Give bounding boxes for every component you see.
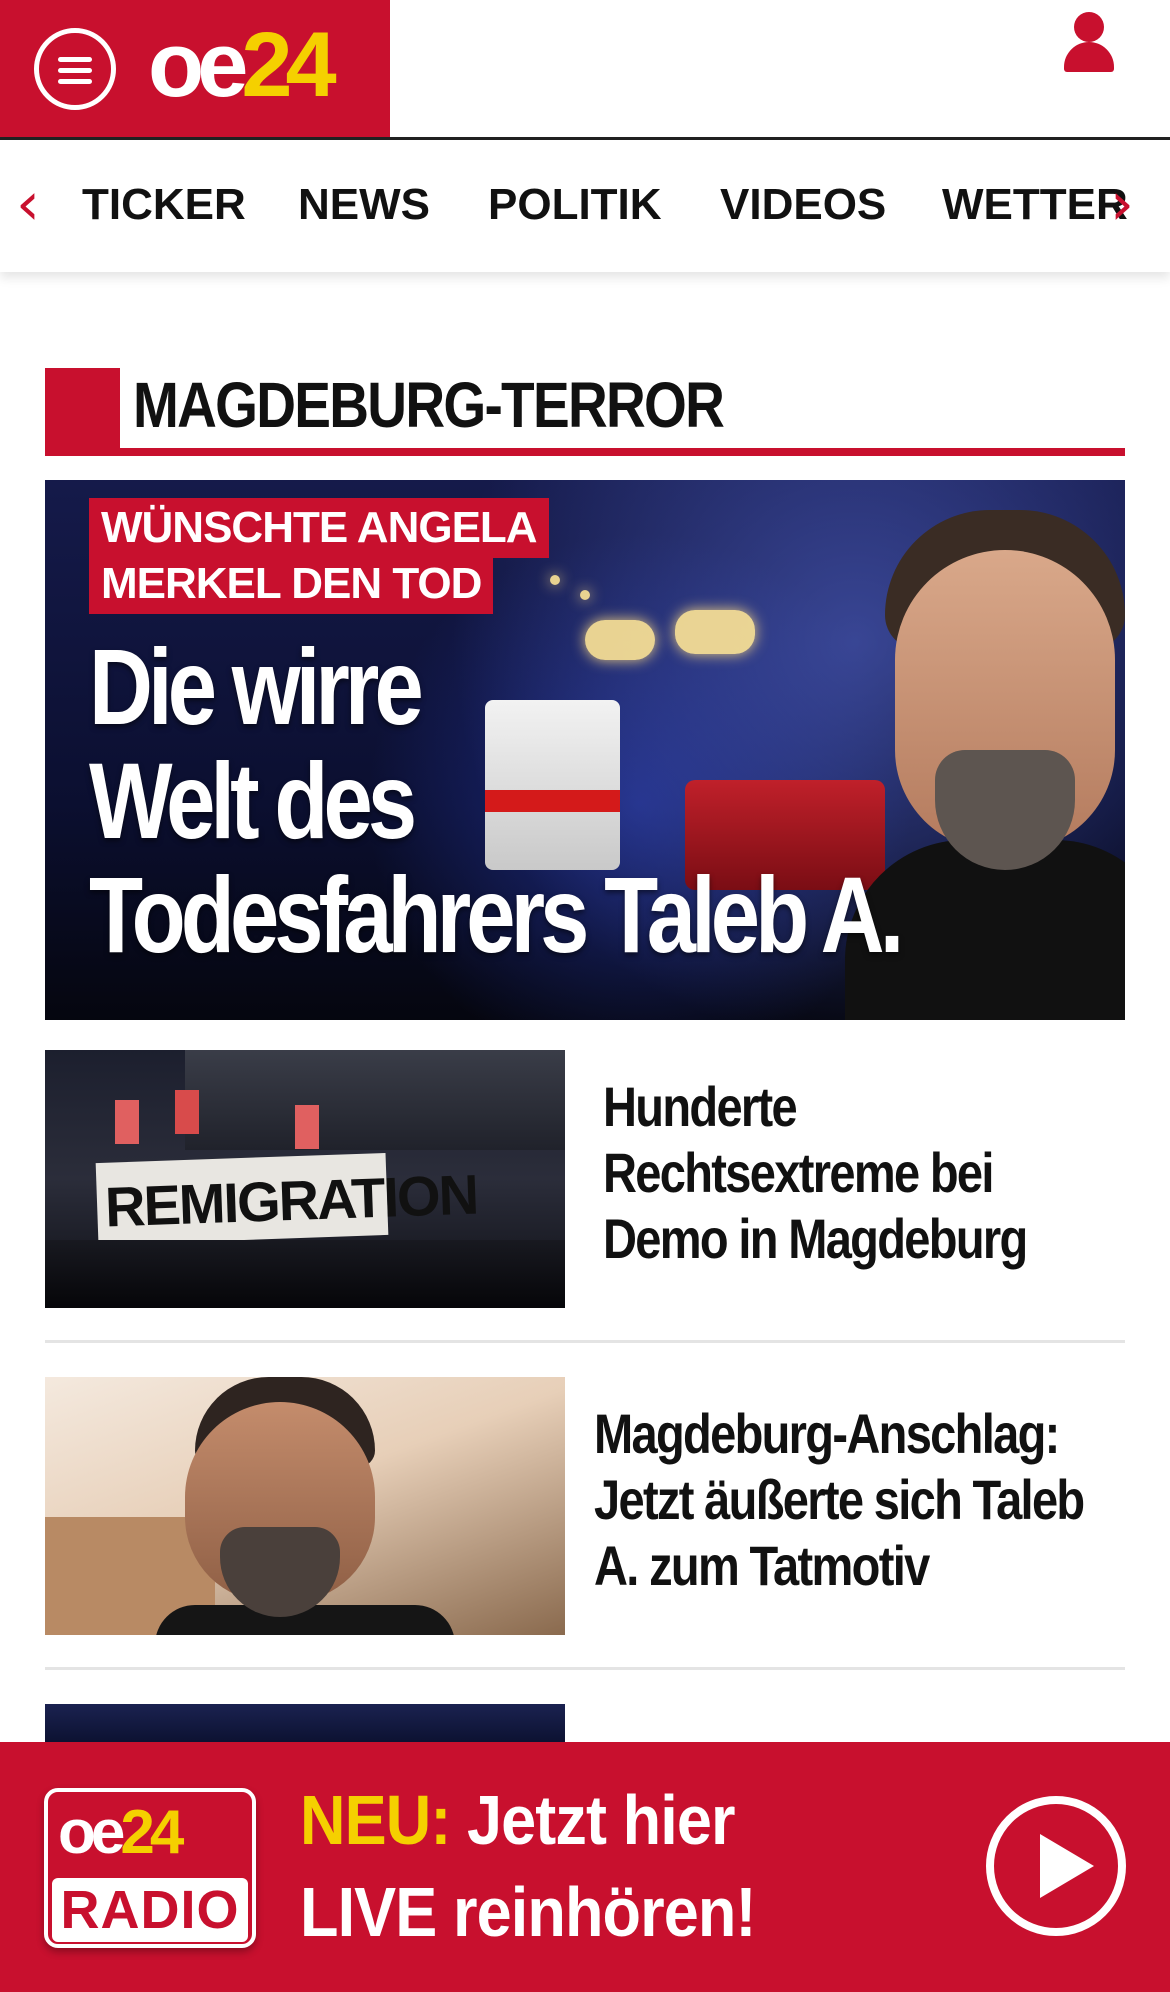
- user-icon[interactable]: [1060, 12, 1118, 74]
- chevron-left-icon[interactable]: ‹: [16, 174, 46, 234]
- play-icon[interactable]: [986, 1796, 1126, 1936]
- radio-neu-label: NEU:: [300, 1781, 451, 1859]
- site-header: oe24: [0, 0, 1170, 140]
- nav-item-videos[interactable]: VIDEOS: [720, 180, 886, 230]
- nav-item-wetter[interactable]: WETTER: [942, 180, 1128, 230]
- hero-headline-line3: Todesfahrers Taleb A.: [89, 854, 904, 975]
- site-logo[interactable]: oe24: [148, 19, 337, 111]
- nav-item-politik[interactable]: POLITIK: [488, 180, 662, 230]
- hero-headline-line2: Welt des: [89, 740, 417, 861]
- radio-logo[interactable]: oe24 RADIO: [44, 1788, 256, 1948]
- article-item-1[interactable]: REMIGRATION Hunderte Rechtsextreme bei D…: [45, 1050, 1125, 1308]
- article-title-2-line3: A. zum Tatmotiv: [594, 1534, 930, 1597]
- category-nav: ‹ TICKER NEWS POLITIK VIDEOS WETTER ›: [0, 140, 1170, 272]
- article-title-1-line3: Demo in Magdeburg: [603, 1207, 1028, 1270]
- hero-headline-line1: Die wirre: [89, 626, 424, 747]
- nav-item-ticker[interactable]: TICKER: [82, 180, 246, 230]
- article-title-1[interactable]: Hunderte Rechtsextreme bei Demo in Magde…: [603, 1074, 1028, 1272]
- article-title-2[interactable]: Magdeburg-Anschlag: Jetzt äußerte sich T…: [594, 1401, 1085, 1599]
- section-underline: [45, 448, 1125, 456]
- section-title[interactable]: MAGDEBURG-TERROR: [133, 368, 725, 442]
- radio-promo-text[interactable]: NEU: Jetzt hier LIVE reinhören!: [300, 1774, 756, 1958]
- article-title-2-line2: Jetzt äußerte sich Taleb: [594, 1468, 1085, 1531]
- radio-line2: LIVE reinhören!: [300, 1873, 756, 1951]
- article-title-1-line1: Hunderte: [603, 1075, 798, 1138]
- thumbnail-banner-text: REMIGRATION: [104, 1162, 479, 1239]
- divider: [45, 1667, 1125, 1670]
- logo-num: 24: [241, 14, 336, 116]
- radio-logo-oe: oe: [58, 1798, 125, 1867]
- radio-line1: Jetzt hier: [450, 1781, 735, 1859]
- logo-oe: oe: [148, 14, 248, 116]
- radio-logo-sub: RADIO: [52, 1878, 248, 1942]
- radio-banner[interactable]: oe24 RADIO NEU: Jetzt hier LIVE reinhöre…: [0, 1742, 1170, 1992]
- article-thumbnail-1[interactable]: REMIGRATION: [45, 1050, 565, 1308]
- nav-item-news[interactable]: NEWS: [298, 180, 430, 230]
- article-title-2-line1: Magdeburg-Anschlag:: [594, 1402, 1060, 1465]
- article-thumbnail-2[interactable]: [45, 1377, 565, 1635]
- brand-box: oe24: [0, 0, 390, 137]
- hero-kicker-line1: WÜNSCHTE ANGELA: [89, 498, 549, 558]
- divider: [45, 1340, 1125, 1343]
- article-item-2[interactable]: Magdeburg-Anschlag: Jetzt äußerte sich T…: [45, 1377, 1125, 1635]
- radio-logo-num: 24: [120, 1798, 184, 1867]
- section-accent-block: [45, 368, 120, 454]
- article-item-3[interactable]: [45, 1704, 1125, 1744]
- radio-logo-wordmark: oe24: [58, 1798, 184, 1868]
- article-title-1-line2: Rechtsextreme bei: [603, 1141, 994, 1204]
- hero-article[interactable]: WÜNSCHTE ANGELA MERKEL DEN TOD Die wirre…: [45, 480, 1125, 1020]
- hamburger-menu-icon[interactable]: [34, 28, 116, 110]
- chevron-right-icon[interactable]: ›: [1110, 174, 1140, 234]
- hero-headline: Die wirre Welt des Todesfahrers Taleb A.: [89, 626, 904, 975]
- article-thumbnail-3[interactable]: [45, 1704, 565, 1744]
- hero-kicker-line2: MERKEL DEN TOD: [89, 554, 494, 614]
- section-header: MAGDEBURG-TERROR: [45, 368, 1125, 456]
